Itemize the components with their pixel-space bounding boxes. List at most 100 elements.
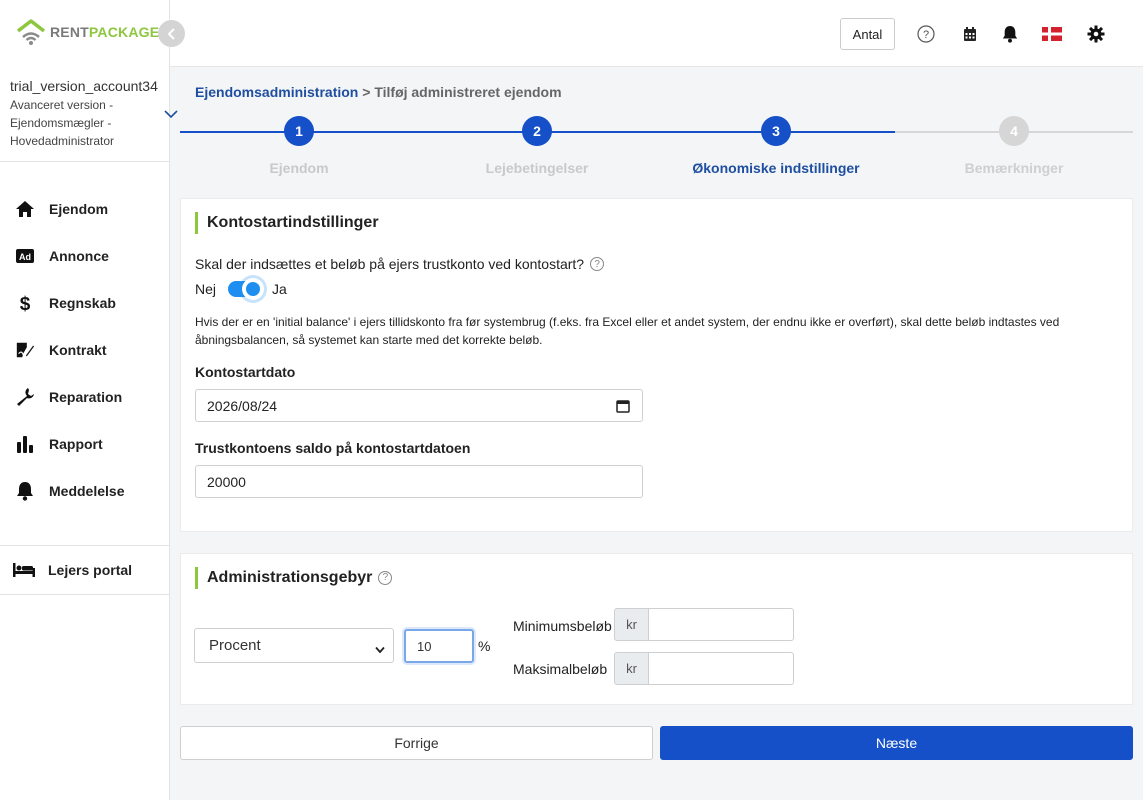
sidebar-item-label: Rapport [49,435,103,452]
fee-type-select[interactable]: Procent [194,628,394,663]
previous-button[interactable]: Forrige [180,726,653,760]
calendar-picker-icon[interactable] [616,399,630,416]
account-desc-line1: Avanceret version - [10,98,114,112]
bell-icon [15,481,35,501]
admin-fee-title: Administrationsgebyr ? [195,567,393,589]
bed-icon [12,562,36,578]
top-bar: Antal ? [170,0,1143,67]
step-2[interactable]: 2 Lejebetingelser [418,116,656,176]
deposit-toggle-row: Nej Ja [195,278,287,300]
breadcrumb-separator: > [362,84,371,100]
kontostartdato-input[interactable]: 2026/08/24 [195,389,643,422]
step-1[interactable]: 1 Ejendom [180,116,418,176]
sidebar-item-label: Reparation [49,388,123,405]
minimum-amount-input[interactable] [649,608,794,641]
toggle-off-label: Nej [195,281,217,297]
sidebar-item-label: Annonce [49,247,109,264]
ad-icon: Ad [15,246,35,266]
minimum-amount-label: Minimumsbeløb [513,618,612,634]
sidebar-item-label: Kontrakt [49,341,107,358]
sidebar-item-regnskab[interactable]: $ Regnskab [0,279,170,326]
currency-addon: kr [614,652,649,685]
admin-fee-title-text: Administrationsgebyr [207,569,373,586]
toggle-knob [242,278,265,300]
sidebar-nav: Ejendom Ad Annonce $ Regnskab Kontrakt R… [0,185,170,514]
step-label: Ejendom [269,160,329,176]
help-icon[interactable]: ? [916,24,936,44]
sidebar-item-ejendom[interactable]: Ejendom [0,185,170,232]
step-label: Lejebetingelser [485,160,589,176]
account-switcher[interactable]: trial_version_account34 Avanceret versio… [0,66,178,162]
deposit-toggle-switch[interactable] [228,278,265,300]
wrench-icon [15,387,35,407]
breadcrumb: Ejendomsadministration > Tilføj administ… [195,84,562,100]
step-number: 3 [761,116,791,146]
sidebar-item-lejers-portal[interactable]: Lejers portal [0,545,170,595]
trust-balance-label: Trustkontoens saldo på kontostartdatoen [195,440,471,456]
fee-type-selected: Procent [209,637,261,654]
account-description: Avanceret version - Ejendomsmægler - Hov… [10,96,160,150]
maximum-amount-input[interactable] [649,652,794,685]
account-desc-line3: Hovedadministrator [10,134,115,148]
house-wifi-logo-icon [16,18,46,46]
chevron-down-icon [375,641,385,658]
sidebar-item-kontrakt[interactable]: Kontrakt [0,326,170,373]
account-desc-line2: Ejendomsmægler - [10,116,112,130]
trust-balance-input[interactable]: 20000 [195,465,643,498]
sidebar: RENTPACKAGE trial_version_account34 Avan… [0,0,178,800]
antal-button[interactable]: Antal [840,18,895,50]
help-icon[interactable]: ? [590,257,605,271]
account-name: trial_version_account34 [10,78,158,94]
sidebar-item-label: Meddelelse [49,482,125,499]
help-icon[interactable]: ? [378,571,393,585]
step-3[interactable]: 3 Økonomiske indstillinger [657,116,895,176]
toggle-on-label: Ja [272,281,287,297]
step-number: 1 [284,116,314,146]
svg-text:Ad: Ad [19,252,31,262]
maximum-amount-group: kr [614,652,794,685]
contract-icon [15,340,35,360]
kontostartdato-label: Kontostartdato [195,364,296,380]
step-number: 2 [522,116,552,146]
chevron-left-icon [167,27,175,40]
rentpackage-logo[interactable]: RENTPACKAGE [16,18,159,46]
fee-percent-input[interactable]: 10 [404,629,474,663]
svg-text:?: ? [923,29,929,41]
percent-value: 10 [417,638,432,654]
kontostart-title: Kontostartindstillinger [195,212,379,234]
home-icon [15,199,35,219]
sidebar-item-label: Ejendom [49,200,109,217]
bar-chart-icon [15,434,35,454]
breadcrumb-current: Tilføj administreret ejendom [374,84,562,100]
step-number: 4 [999,116,1029,146]
minimum-amount-group: kr [614,608,794,641]
admin-fee-card: Administrationsgebyr ? Procent 10 % Mini… [180,553,1133,705]
trust-deposit-question: Skal der indsættes et beløb på ejers tru… [195,256,605,272]
currency-addon: kr [614,608,649,641]
balance-value: 20000 [207,473,246,490]
next-button[interactable]: Næste [660,726,1133,760]
percent-sign: % [478,638,491,654]
step-4[interactable]: 4 Bemærkninger [895,116,1133,176]
maximum-amount-label: Maksimalbeløb [513,661,608,677]
notification-bell-icon[interactable] [1000,24,1020,44]
sidebar-item-reparation[interactable]: Reparation [0,373,170,420]
sidebar-item-annonce[interactable]: Ad Annonce [0,232,170,279]
step-label: Bemærkninger [964,160,1064,176]
chevron-down-icon[interactable] [164,106,178,124]
breadcrumb-link-ejendomsadministration[interactable]: Ejendomsadministration [195,84,358,100]
question-text: Skal der indsættes et beløb på ejers tru… [195,256,585,272]
gear-icon[interactable] [1086,24,1106,44]
svg-text:$: $ [20,294,31,313]
sidebar-item-meddelelse[interactable]: Meddelelse [0,467,170,514]
sidebar-item-label: Regnskab [49,294,116,311]
sidebar-item-rapport[interactable]: Rapport [0,420,170,467]
initial-balance-info: Hvis der er en 'initial balance' i ejers… [195,315,1060,347]
logo-package-text: PACKAGE [88,24,160,40]
kontostart-card: Kontostartindstillinger Skal der indsætt… [180,198,1133,532]
calendar-icon[interactable] [960,24,980,44]
collapse-sidebar-button[interactable] [158,20,185,47]
portal-label: Lejers portal [48,562,133,578]
date-value: 2026/08/24 [207,397,278,414]
danish-flag-icon[interactable] [1042,24,1062,44]
